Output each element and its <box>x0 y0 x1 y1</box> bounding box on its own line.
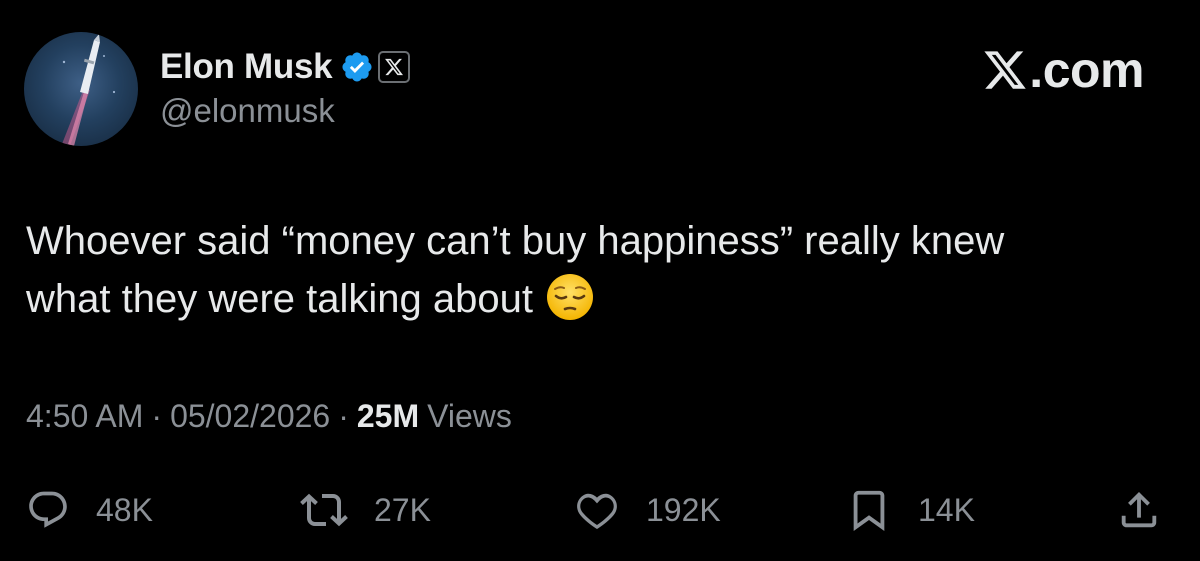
share-icon <box>1116 487 1162 533</box>
x-affiliation-icon[interactable] <box>378 51 411 83</box>
post-date[interactable]: 05/02/2026 <box>170 398 330 435</box>
views-label: Views <box>427 398 512 434</box>
tweet-card: Elon Musk @elonmusk .com Whoever said “m… <box>0 0 1200 561</box>
bookmark-button[interactable]: 14K <box>846 482 975 538</box>
verified-badge-icon[interactable] <box>340 50 374 84</box>
heart-icon <box>574 487 620 533</box>
share-button[interactable] <box>1116 482 1162 538</box>
author-name-row: Elon Musk <box>160 44 411 90</box>
avatar[interactable] <box>24 32 138 146</box>
author-handle[interactable]: @elonmusk <box>160 92 335 130</box>
author-display-name[interactable]: Elon Musk <box>160 47 333 87</box>
like-button[interactable]: 192K <box>574 482 721 538</box>
x-logo-icon <box>981 47 1029 93</box>
reply-button[interactable]: 48K <box>26 482 153 538</box>
post-text: Whoever said “money can’t buy happiness”… <box>26 212 1166 328</box>
brand-watermark: .com <box>981 42 1144 98</box>
brand-domain-suffix: .com <box>1029 42 1144 98</box>
bookmark-icon <box>846 487 892 533</box>
reply-icon <box>26 488 70 532</box>
post-text-line-2: what they were talking about <box>26 277 533 321</box>
meta-separator: · <box>151 398 163 434</box>
repost-count: 27K <box>374 491 431 528</box>
post-meta: 4:50 AM · 05/02/2026 · 25M Views <box>26 398 512 435</box>
repost-icon <box>300 486 348 534</box>
post-time[interactable]: 4:50 AM <box>26 398 143 435</box>
post-text-line-1: Whoever said “money can’t buy happiness”… <box>26 219 1005 263</box>
bookmark-count: 14K <box>918 491 975 528</box>
post-text-line-2-wrap: what they were talking about <box>26 270 1166 328</box>
action-bar: 48K 27K 192K 14K <box>0 482 1200 538</box>
pensive-face-emoji-icon <box>545 272 595 322</box>
reply-count: 48K <box>96 491 153 528</box>
repost-button[interactable]: 27K <box>300 482 431 538</box>
meta-separator: · <box>338 398 349 434</box>
views-count: 25M <box>356 398 420 434</box>
like-count: 192K <box>646 491 721 528</box>
